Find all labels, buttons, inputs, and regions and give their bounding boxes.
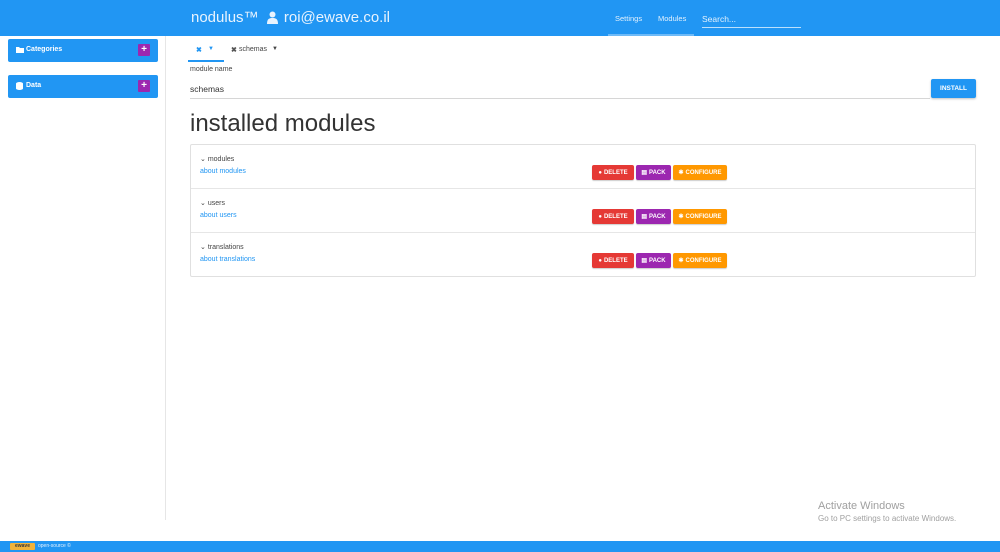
search-input[interactable] [702, 11, 801, 28]
about-module-link[interactable]: about modules [200, 168, 246, 175]
file-icon: ▤ [641, 170, 648, 176]
tab-schemas[interactable]: ✖ schemas ▼ [226, 42, 282, 62]
modules-list: ⌄ modules about modules ● DELETE ▤ PACK ✱ C… [190, 144, 976, 277]
nav-modules-link[interactable]: Modules [658, 14, 686, 23]
brand-name: nodulus™ [191, 9, 259, 26]
sidebar-data-label: Data [26, 82, 42, 89]
nav-settings-link[interactable]: Settings [615, 14, 642, 23]
pack-button[interactable]: ▤ PACK [636, 209, 671, 224]
chevron-down-icon[interactable]: ▼ [272, 46, 278, 52]
chevron-down-icon: ⌄ [200, 200, 206, 207]
about-module-link[interactable]: about users [200, 212, 237, 219]
file-icon: ▤ [641, 258, 648, 264]
module-row: ⌄ modules about modules ● DELETE ▤ PACK ✱ C… [191, 145, 975, 189]
sidebar-categories-card[interactable]: Categories + [8, 39, 158, 62]
about-module-link[interactable]: about translations [200, 256, 255, 263]
delete-button[interactable]: ● DELETE [592, 165, 634, 180]
module-name[interactable]: ⌄ modules [200, 155, 234, 163]
tab-active[interactable]: ✖ ▼ [188, 42, 224, 62]
delete-icon: ● [598, 213, 602, 220]
close-icon[interactable]: ✖ [231, 46, 237, 54]
chevron-down-icon: ⌄ [200, 244, 206, 251]
sidebar-data-card[interactable]: Data + [8, 75, 158, 98]
activation-watermark-title: Activate Windows [818, 500, 905, 512]
gear-icon: ✱ [678, 170, 684, 176]
close-icon[interactable]: ✖ [196, 46, 202, 54]
add-category-button[interactable]: + [138, 44, 150, 56]
module-row: ⌄ translations about translations ● DELET… [191, 233, 975, 277]
tab-schemas-label: schemas [239, 46, 268, 53]
delete-icon: ● [598, 169, 602, 176]
sidebar: Categories + Data + [0, 36, 166, 520]
gear-icon: ✱ [678, 214, 684, 220]
chevron-down-icon[interactable]: ▼ [208, 46, 214, 52]
module-row: ⌄ users about users ● DELETE ▤ PACK ✱ CONFI… [191, 189, 975, 233]
database-icon [16, 82, 23, 92]
footer-text: open-source © [38, 543, 71, 549]
chevron-down-icon: ⌄ [200, 156, 206, 163]
delete-button[interactable]: ● DELETE [592, 209, 634, 224]
folder-icon [16, 46, 24, 55]
ewave-logo[interactable]: ewave [10, 543, 35, 550]
module-name[interactable]: ⌄ translations [200, 243, 244, 251]
user-email: roi@ewave.co.il [283, 9, 390, 26]
pack-button[interactable]: ▤ PACK [636, 165, 671, 180]
module-name-label: module name [190, 66, 233, 73]
module-name[interactable]: ⌄ users [200, 199, 225, 207]
file-icon: ▤ [641, 214, 648, 220]
delete-icon: ● [598, 257, 602, 264]
configure-button[interactable]: ✱ CONFIGURE [673, 253, 727, 268]
top-navbar: nodulus™ roi@ewave.co.il Settings Module… [0, 0, 1000, 36]
delete-button[interactable]: ● DELETE [592, 253, 634, 268]
brand[interactable]: nodulus™ roi@ewave.co.il [191, 9, 390, 28]
module-name-input[interactable] [190, 80, 930, 99]
gear-icon: ✱ [678, 258, 684, 264]
footer: ewave open-source © [0, 541, 1000, 552]
pack-button[interactable]: ▤ PACK [636, 253, 671, 268]
sidebar-categories-label: Categories [26, 46, 63, 53]
install-button[interactable]: INSTALL [931, 79, 976, 98]
configure-button[interactable]: ✱ CONFIGURE [673, 165, 727, 180]
add-data-button[interactable]: + [138, 80, 150, 92]
activation-watermark-subtitle: Go to PC settings to activate Windows. [818, 514, 957, 523]
page-title: installed modules [190, 110, 376, 137]
user-icon [266, 11, 278, 28]
configure-button[interactable]: ✱ CONFIGURE [673, 209, 727, 224]
nav-active-indicator [608, 34, 694, 36]
